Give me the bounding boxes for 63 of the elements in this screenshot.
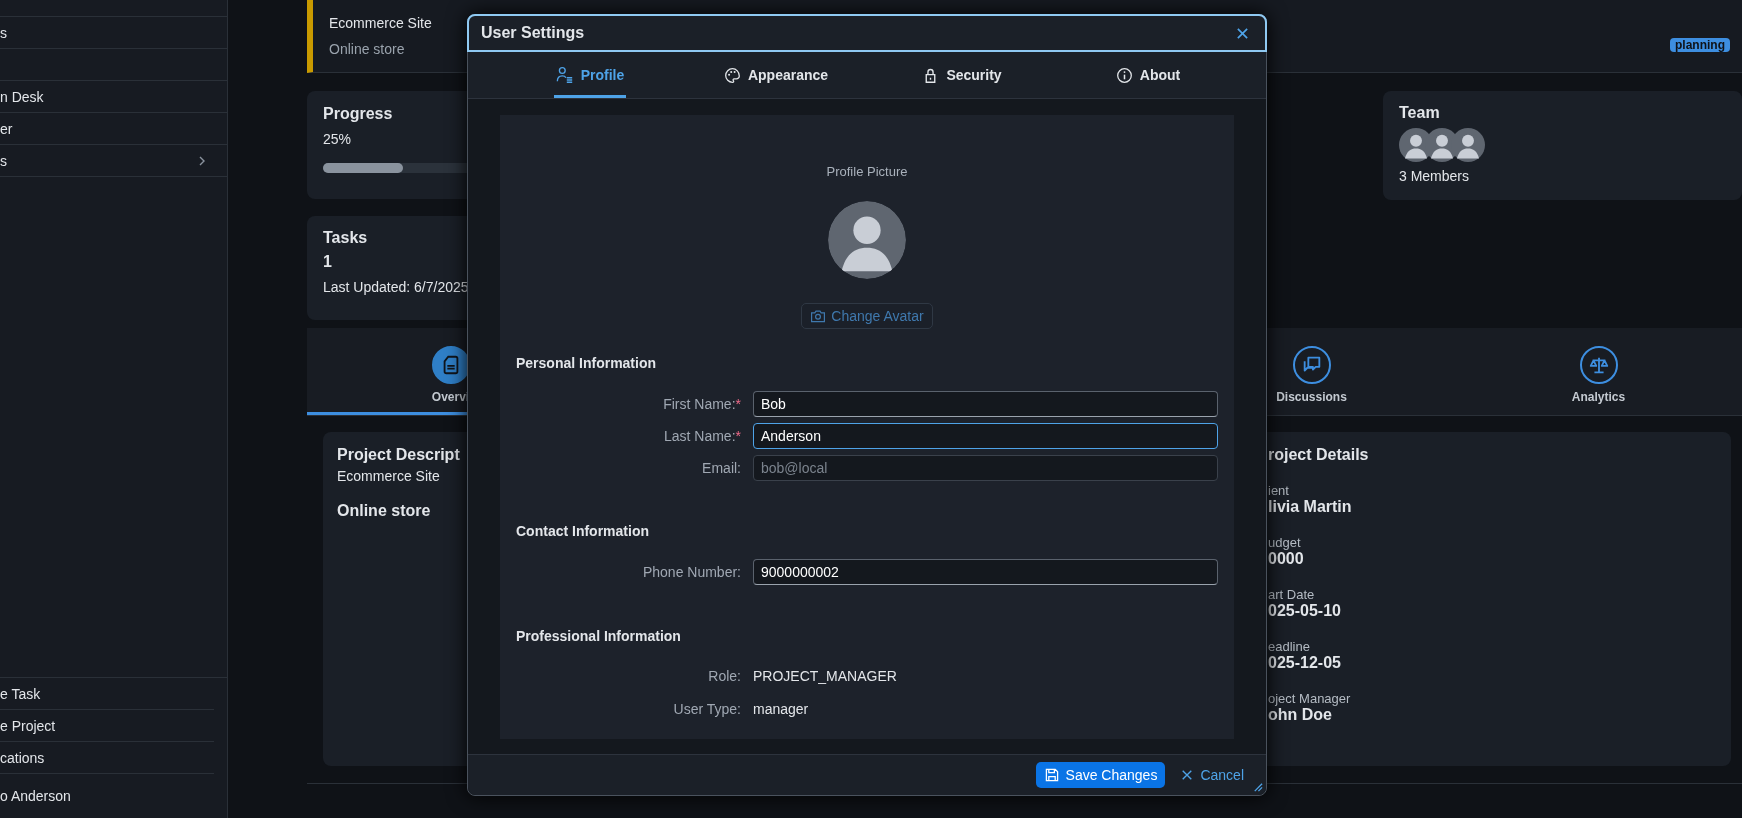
avatar-label: Profile Picture <box>826 163 908 181</box>
settings-tab[interactable]: Appearance <box>721 52 831 98</box>
member-count: 3 Members <box>1399 168 1471 184</box>
dialog-title: User Settings <box>481 24 585 42</box>
text-field[interactable]: Bob <box>753 391 1218 417</box>
field-label: Phone Number: <box>642 564 741 580</box>
nav-item[interactable]: er <box>0 120 13 137</box>
detail-label: udget <box>1268 535 1301 550</box>
task-count: 1 <box>323 253 333 271</box>
nav-item[interactable]: s <box>0 152 7 169</box>
settings-tab[interactable]: Profile <box>553 52 627 98</box>
card-title: Tasks <box>323 229 368 247</box>
detail-label: ient <box>1268 483 1289 498</box>
cancel-button[interactable]: Cancel <box>1179 762 1246 788</box>
field-value: manager <box>753 700 810 719</box>
card-title: Team <box>1399 104 1440 122</box>
detail-label: oject Manager <box>1268 691 1351 706</box>
field-label: Last Name:* <box>663 428 741 444</box>
nav-item[interactable]: s <box>0 24 7 41</box>
save-icon <box>1043 767 1060 783</box>
section-tab[interactable]: Analytics <box>1455 328 1742 415</box>
settings-tab[interactable]: Security <box>920 52 1004 98</box>
nav-item[interactable]: n Desk <box>0 88 44 105</box>
field-value: PROJECT_MANAGER <box>753 667 898 686</box>
last-updated: Last Updated: 6/7/2025 <box>323 279 470 295</box>
close-icon <box>1181 769 1194 781</box>
action-item[interactable]: e Task <box>0 685 41 702</box>
field-label: User Type: <box>673 701 741 717</box>
progress-value: 25% <box>323 131 353 147</box>
project-name: Ecommerce Site <box>329 15 432 31</box>
action-item[interactable]: cations <box>0 749 45 766</box>
project-description: Online store <box>329 41 406 57</box>
field-label: First Name:* <box>663 396 741 412</box>
settings-tab[interactable]: About <box>1113 52 1183 98</box>
card-title: Project Descript <box>337 446 460 464</box>
change-avatar-button[interactable]: Change Avatar <box>801 303 933 329</box>
detail-value: livia Martin <box>1268 498 1352 516</box>
palette-icon <box>723 66 741 84</box>
action-item[interactable]: e Project <box>0 717 56 734</box>
detail-value: 025-12-05 <box>1268 654 1341 672</box>
project-description: Online store <box>337 502 431 520</box>
info-icon <box>1115 66 1133 84</box>
user-list-icon <box>555 66 574 84</box>
detail-label: eadline <box>1268 639 1310 654</box>
detail-label: art Date <box>1268 587 1315 602</box>
user-name[interactable]: o Anderson <box>0 788 71 804</box>
save-button[interactable]: Save Changes <box>1035 762 1166 788</box>
section-title: Contact Information <box>516 522 650 541</box>
text-field[interactable]: 9000000002 <box>753 559 1218 585</box>
project-name: Ecommerce Site <box>337 468 440 484</box>
detail-value: ohn Doe <box>1268 706 1332 724</box>
detail-value: 0000 <box>1268 550 1304 568</box>
detail-value: 025-05-10 <box>1268 602 1341 620</box>
resize-handle-icon[interactable] <box>1252 781 1263 792</box>
section-title: Professional Information <box>516 627 682 646</box>
field-label: Email: <box>702 460 741 476</box>
field-label: Role: <box>708 668 741 684</box>
card-title: roject Details <box>1268 446 1369 464</box>
status-tag: planning <box>1670 38 1730 52</box>
close-icon <box>1236 26 1249 40</box>
card-title: Progress <box>323 105 393 123</box>
text-field[interactable]: Anderson <box>753 423 1218 449</box>
camera-icon <box>810 308 827 324</box>
